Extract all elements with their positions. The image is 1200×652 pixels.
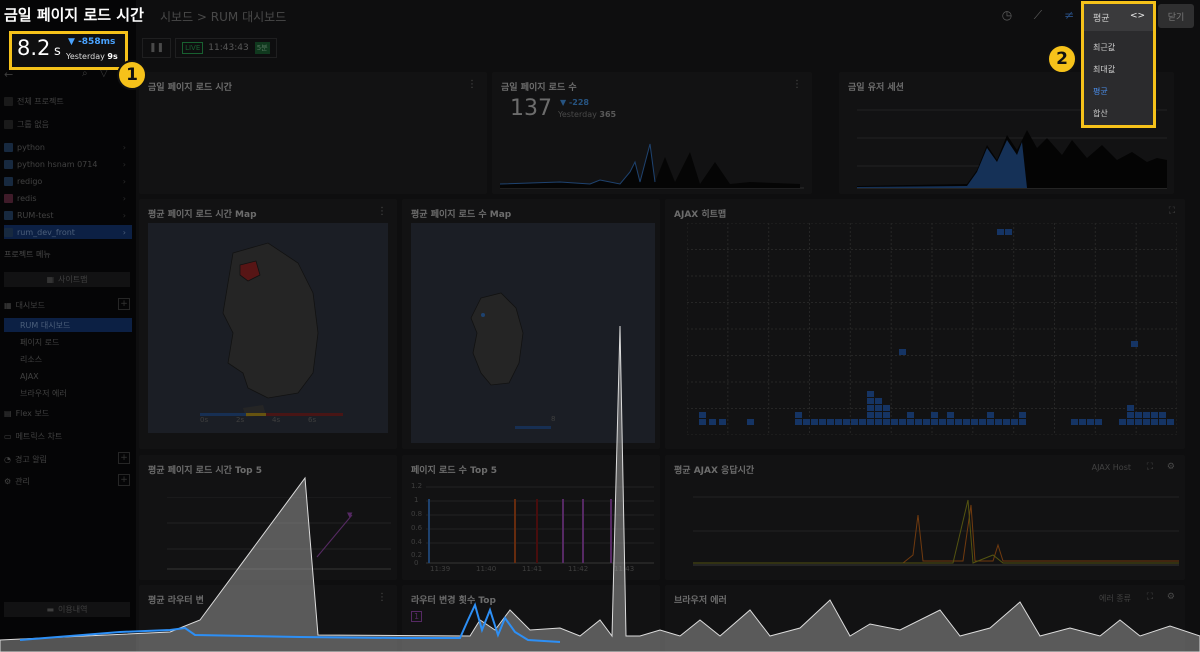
metric-value: 8.2 <box>17 36 51 60</box>
yesterday-label: Yesterday <box>66 52 105 61</box>
metric-delta: ▼ -858ms <box>68 37 116 47</box>
page-title: 금일 페이지 로드 시간 <box>4 6 144 24</box>
dropdown-option-sum[interactable]: 합산 <box>1093 108 1108 119</box>
aggregation-dropdown[interactable]: 평균 <> 최근값 최대값 평균 합산 <box>1081 1 1156 128</box>
code-icon[interactable]: <> <box>1130 11 1145 21</box>
metric-unit: s <box>54 44 61 59</box>
step-marker-2: 2 <box>1047 44 1077 74</box>
dropdown-option-latest[interactable]: 최근값 <box>1093 42 1115 53</box>
dropdown-header[interactable]: 평균 <> <box>1084 4 1153 31</box>
load-time-overlay-chart <box>0 325 1200 652</box>
delta-value: -858ms <box>78 37 116 47</box>
step-marker-1: 1 <box>117 60 147 90</box>
metric-callout: 8.2 s ▼ -858ms Yesterday 9s <box>9 31 128 70</box>
yesterday-value: 9s <box>107 52 118 61</box>
dropdown-selected: 평균 <box>1093 14 1110 24</box>
metric-yesterday: Yesterday 9s <box>66 52 118 61</box>
dropdown-option-max[interactable]: 최대값 <box>1093 64 1115 75</box>
dropdown-option-average[interactable]: 평균 <box>1093 86 1108 97</box>
